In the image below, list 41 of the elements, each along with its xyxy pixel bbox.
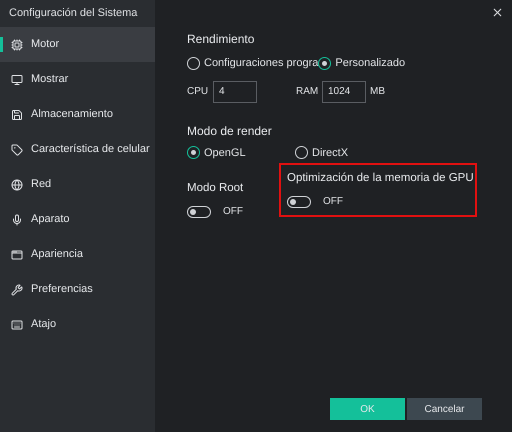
- radio-button[interactable]: [295, 146, 308, 160]
- microphone-icon: [11, 214, 23, 226]
- toggle-title: Modo Root: [187, 181, 244, 196]
- ram-label: RAM: [296, 85, 320, 99]
- globe-icon: [11, 178, 23, 190]
- toggle-switch[interactable]: [187, 206, 211, 218]
- close-icon: [491, 6, 504, 19]
- sidebar-item[interactable]: Aparato: [0, 202, 155, 237]
- radio-button[interactable]: [187, 56, 200, 70]
- radio-label: OpenGL: [204, 146, 246, 160]
- wrench-icon: [11, 284, 23, 296]
- ram-field[interactable]: 1024: [322, 80, 366, 102]
- tag-icon: [11, 144, 23, 156]
- cpu-label: CPU: [187, 85, 210, 99]
- window-icon: [11, 248, 23, 260]
- radio-button[interactable]: [187, 146, 200, 160]
- sidebar-item[interactable]: Característica de celular: [0, 132, 155, 167]
- unit-label: MB: [370, 85, 385, 99]
- sidebar-item[interactable]: Almacenamiento: [0, 97, 155, 132]
- radio-label: DirectX: [312, 146, 348, 160]
- radio-label: Personalizado: [335, 56, 406, 71]
- sidebar-item[interactable]: Motor: [0, 27, 155, 62]
- section-title: Rendimiento: [187, 31, 256, 48]
- sidebar-item[interactable]: Red: [0, 167, 155, 202]
- chip-icon: [11, 38, 23, 50]
- toggle-state: OFF: [223, 205, 243, 219]
- keyboard-icon: [11, 318, 23, 330]
- sidebar-item[interactable]: Preferencias: [0, 272, 155, 307]
- section-title: Modo de render: [187, 122, 273, 140]
- radio-label: Configuraciones progra: [204, 56, 318, 71]
- window-title: Configuración del Sistema: [8, 6, 138, 21]
- cpu-field[interactable]: 4: [213, 80, 257, 102]
- toggle-state: OFF: [323, 195, 343, 209]
- monitor-icon: [11, 74, 23, 86]
- radio-button[interactable]: [318, 56, 332, 70]
- cancel-button[interactable]: Cancelar: [407, 398, 482, 420]
- sidebar-item[interactable]: Mostrar: [0, 62, 155, 97]
- toggle-title: Optimización de la memoria de GPU: [287, 171, 474, 186]
- sidebar-item[interactable]: Atajo: [0, 307, 155, 342]
- sidebar-item[interactable]: Apariencia: [0, 237, 155, 272]
- toggle-switch[interactable]: [287, 196, 311, 208]
